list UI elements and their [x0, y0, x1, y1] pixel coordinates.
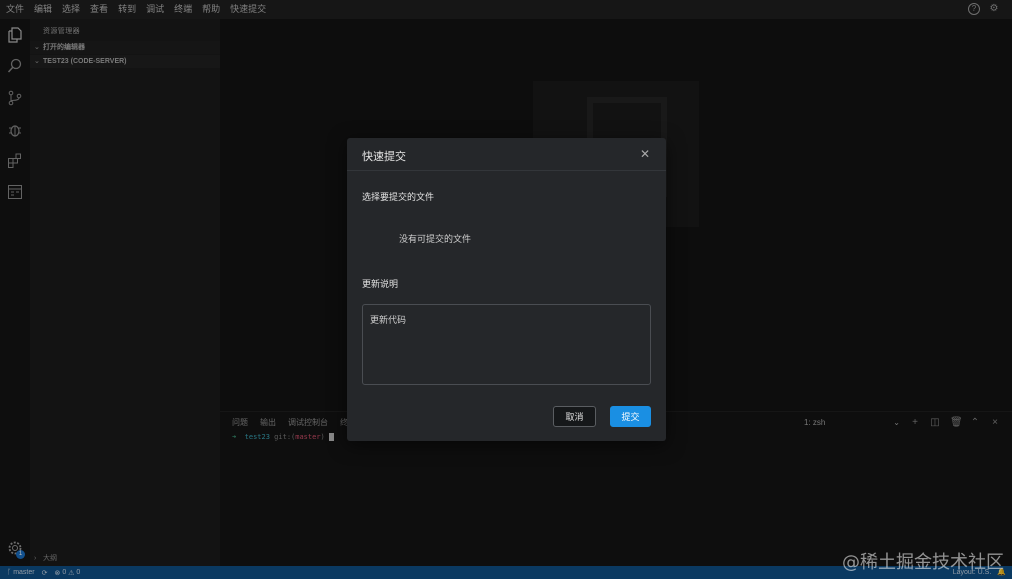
- no-files-message: 没有可提交的文件: [399, 234, 472, 244]
- description-textarea[interactable]: 更新代码: [362, 304, 651, 385]
- quick-commit-dialog: 快速提交 ✕ 选择要提交的文件 没有可提交的文件 更新说明 更新代码 取消 提交: [347, 138, 666, 441]
- files-label: 选择要提交的文件: [362, 192, 435, 202]
- dialog-header: 快速提交 ✕: [347, 138, 666, 171]
- dialog-title: 快速提交: [362, 151, 406, 163]
- close-icon[interactable]: ✕: [639, 147, 651, 161]
- cancel-button[interactable]: 取消: [553, 406, 596, 427]
- submit-button[interactable]: 提交: [610, 406, 651, 427]
- site-watermark: @稀土掘金技术社区: [842, 552, 1004, 573]
- description-label: 更新说明: [362, 279, 399, 289]
